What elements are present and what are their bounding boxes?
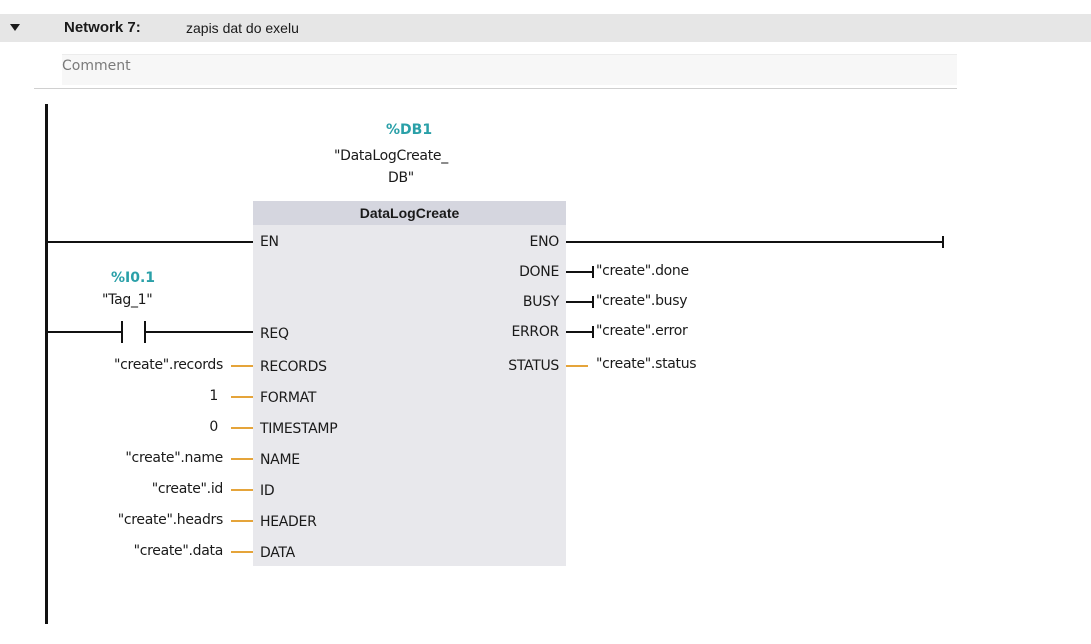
pin-eno: ENO <box>529 234 560 250</box>
pin-data: DATA <box>260 545 295 561</box>
busy-tag[interactable]: "create".busy <box>596 293 688 309</box>
id-wire <box>231 489 253 491</box>
eno-wire <box>566 241 944 243</box>
error-wire-end <box>592 326 594 338</box>
records-tag[interactable]: "create".records <box>114 357 223 373</box>
comment-field[interactable] <box>62 54 957 85</box>
pin-records: RECORDS <box>260 359 327 375</box>
comment-divider <box>34 88 957 89</box>
pin-header: HEADER <box>260 514 317 530</box>
pin-busy: BUSY <box>522 294 559 310</box>
network-description[interactable]: zapis dat do exelu <box>186 20 299 36</box>
function-block[interactable] <box>253 201 566 566</box>
records-wire <box>231 365 253 367</box>
pin-en: EN <box>260 234 279 250</box>
name-wire <box>231 458 253 460</box>
error-wire <box>566 331 594 333</box>
instance-db-name-line1[interactable]: "DataLogCreate_ <box>334 148 448 164</box>
pin-name: NAME <box>260 452 300 468</box>
pin-timestamp: TIMESTAMP <box>260 421 338 437</box>
contact-tag[interactable]: "Tag_1" <box>102 292 153 308</box>
busy-wire <box>566 301 594 303</box>
collapse-arrow-icon[interactable] <box>10 24 20 31</box>
comment-placeholder: Comment <box>62 58 131 74</box>
pin-done: DONE <box>519 264 559 280</box>
data-wire <box>231 551 253 553</box>
pin-status: STATUS <box>508 358 559 374</box>
pin-format: FORMAT <box>260 390 317 406</box>
data-tag[interactable]: "create".data <box>134 543 224 559</box>
req-wire-left <box>47 331 121 333</box>
timestamp-value[interactable]: 0 <box>209 419 218 435</box>
format-value[interactable]: 1 <box>209 388 218 404</box>
timestamp-wire <box>231 427 253 429</box>
header-wire <box>231 520 253 522</box>
en-wire <box>47 241 253 243</box>
network-title: Network 7: <box>64 19 141 36</box>
id-tag[interactable]: "create".id <box>152 481 224 497</box>
network-header[interactable] <box>0 14 1091 42</box>
power-rail <box>45 104 48 624</box>
name-tag[interactable]: "create".name <box>125 450 223 466</box>
contact-left-plate[interactable] <box>121 321 123 343</box>
format-wire <box>231 396 253 398</box>
pin-req: REQ <box>260 326 289 342</box>
req-wire-right <box>146 331 253 333</box>
status-wire <box>566 365 588 367</box>
busy-wire-end <box>592 296 594 308</box>
error-tag[interactable]: "create".error <box>596 323 688 339</box>
eno-wire-end <box>942 236 944 248</box>
instance-db-address[interactable]: %DB1 <box>386 122 432 138</box>
function-block-name: DataLogCreate <box>359 205 460 221</box>
status-tag[interactable]: "create".status <box>596 356 697 372</box>
contact-address[interactable]: %I0.1 <box>111 270 155 286</box>
done-wire-end <box>592 266 594 278</box>
done-tag[interactable]: "create".done <box>596 263 689 279</box>
pin-error: ERROR <box>511 324 559 340</box>
pin-id: ID <box>260 483 275 499</box>
header-tag[interactable]: "create".headrs <box>118 512 224 528</box>
instance-db-name-line2: DB" <box>388 170 414 186</box>
done-wire <box>566 271 594 273</box>
